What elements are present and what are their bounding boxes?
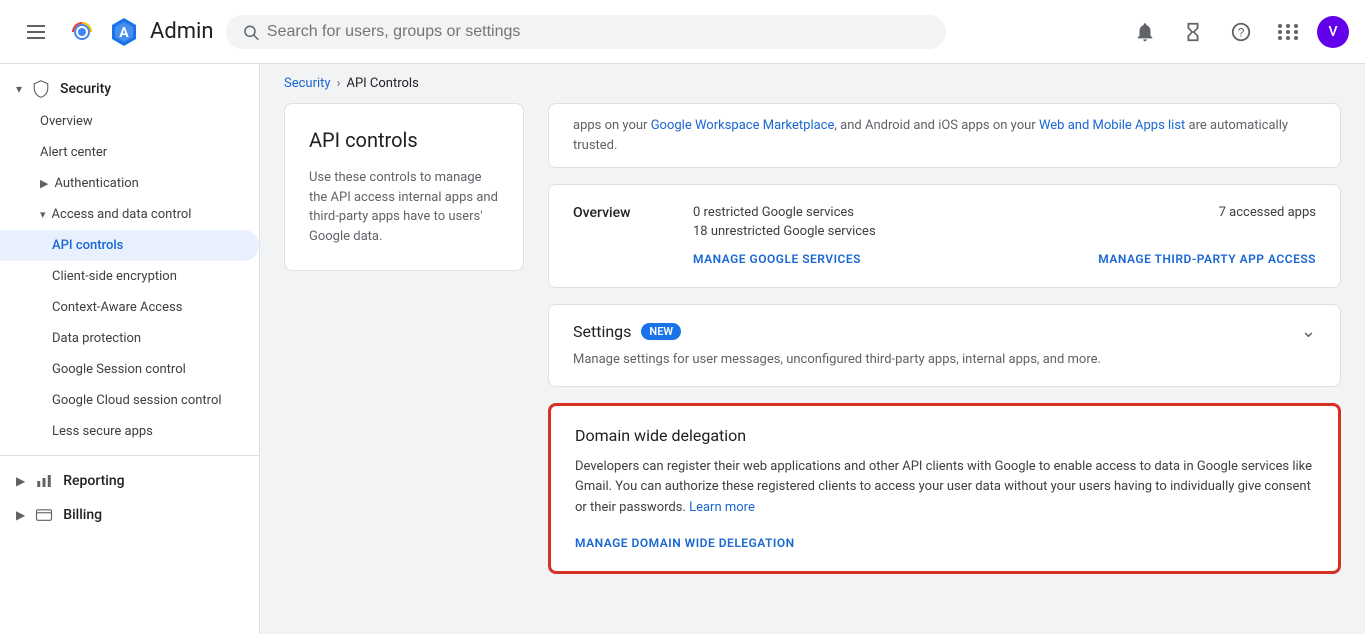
security-label: Security (60, 81, 111, 97)
sidebar-divider-1 (0, 455, 259, 456)
settings-title-row: Settings NEW (573, 322, 681, 341)
breadcrumb-parent[interactable]: Security (284, 76, 331, 91)
overview-stats: 0 restricted Google services 18 unrestri… (693, 205, 1179, 239)
sidebar-item-google-cloud-session[interactable]: Google Cloud session control (0, 385, 259, 416)
delegation-text: Developers can register their web applic… (575, 457, 1314, 519)
overview-links-row: MANAGE GOOGLE SERVICES MANAGE THIRD-PART… (573, 251, 1316, 267)
apps-grid-button[interactable] (1269, 12, 1309, 52)
overview-stat-unrestricted: 18 unrestricted Google services (693, 224, 1179, 239)
topbar: A Admin ? (0, 0, 1365, 64)
sidebar-header-security[interactable]: ▾ Security (0, 72, 259, 106)
breadcrumb: Security › API Controls (260, 64, 1365, 103)
help-button[interactable]: ? (1221, 12, 1261, 52)
topbar-left: A Admin (16, 12, 214, 52)
search-bar[interactable] (226, 15, 946, 49)
hourglass-button[interactable] (1173, 12, 1213, 52)
page-body: API controls Use these controls to manag… (260, 103, 1365, 598)
app-name-label: Admin (150, 19, 214, 44)
manage-delegation-link[interactable]: MANAGE DOMAIN WIDE DELEGATION (575, 536, 795, 550)
overview-links-left: MANAGE GOOGLE SERVICES (693, 251, 1058, 267)
sidebar-item-api-controls[interactable]: API controls (0, 230, 259, 261)
manage-google-services-link[interactable]: MANAGE GOOGLE SERVICES (693, 252, 861, 266)
billing-arrow-icon: ▶ (16, 508, 25, 522)
overview-row: Overview 0 restricted Google services 18… (573, 205, 1316, 239)
settings-chevron-icon: ⌄ (1301, 321, 1316, 342)
sidebar-header-reporting[interactable]: ▶ Reporting (0, 464, 259, 498)
admin-logo-icon: A (108, 16, 140, 48)
sidebar-item-access-data-control[interactable]: ▾ Access and data control (0, 199, 259, 230)
bar-chart-icon (35, 472, 53, 490)
overview-card: Overview 0 restricted Google services 18… (548, 184, 1341, 288)
overview-links-right: MANAGE THIRD-PARTY APP ACCESS (1058, 251, 1316, 267)
partial-trusted-text: apps on your Google Workspace Marketplac… (548, 103, 1341, 168)
reporting-arrow-icon: ▶ (16, 474, 25, 488)
hamburger-button[interactable] (16, 12, 56, 52)
search-input[interactable] (267, 23, 930, 41)
search-icon (242, 23, 259, 41)
settings-header[interactable]: Settings NEW ⌄ (573, 321, 1316, 342)
desc-card-title: API controls (309, 128, 499, 152)
right-content: apps on your Google Workspace Marketplac… (548, 103, 1341, 574)
hamburger-icon (19, 17, 53, 47)
svg-text:?: ? (1238, 25, 1245, 39)
svg-text:A: A (119, 25, 129, 41)
desc-card-text: Use these controls to manage the API acc… (309, 168, 499, 246)
avatar[interactable]: V (1317, 16, 1349, 48)
sidebar-item-context-aware[interactable]: Context-Aware Access (0, 292, 259, 323)
delegation-title: Domain wide delegation (575, 426, 1314, 445)
sidebar-item-authentication[interactable]: ▶ Authentication (0, 168, 259, 199)
access-arrow-icon: ▾ (40, 208, 46, 221)
billing-icon (35, 506, 53, 524)
grid-icon (1278, 24, 1300, 40)
sidebar-item-data-protection[interactable]: Data protection (0, 323, 259, 354)
sidebar-header-billing[interactable]: ▶ Billing (0, 498, 259, 532)
bell-icon (1134, 21, 1156, 43)
google-logo (66, 16, 98, 48)
breadcrumb-separator: › (337, 76, 341, 91)
help-icon: ? (1230, 21, 1252, 43)
content-area: Security › API Controls API controls Use… (260, 64, 1365, 634)
sidebar: ▾ Security Overview Alert center ▶ Authe… (0, 64, 260, 634)
settings-card: Settings NEW ⌄ Manage settings for user … (548, 304, 1341, 387)
hourglass-icon (1182, 21, 1204, 43)
shield-icon (32, 80, 50, 98)
security-arrow-icon: ▾ (16, 82, 22, 96)
description-card: API controls Use these controls to manag… (284, 103, 524, 271)
sidebar-item-overview[interactable]: Overview (0, 106, 259, 137)
overview-actions: 7 accessed apps (1179, 205, 1316, 239)
sidebar-item-google-session[interactable]: Google Session control (0, 354, 259, 385)
topbar-icons: ? V (1125, 12, 1349, 52)
new-badge: NEW (641, 323, 681, 340)
settings-description: Manage settings for user messages, uncon… (573, 350, 1316, 370)
overview-stat-restricted: 0 restricted Google services (693, 205, 1179, 220)
notifications-button[interactable] (1125, 12, 1165, 52)
sidebar-item-client-side-encryption[interactable]: Client-side encryption (0, 261, 259, 292)
manage-third-party-link[interactable]: MANAGE THIRD-PARTY APP ACCESS (1098, 252, 1316, 266)
sidebar-item-less-secure[interactable]: Less secure apps (0, 416, 259, 447)
main-layout: ▾ Security Overview Alert center ▶ Authe… (0, 64, 1365, 634)
auth-arrow-icon: ▶ (40, 177, 48, 190)
overview-label: Overview (573, 205, 693, 239)
overview-stat-accessed: 7 accessed apps (1219, 205, 1316, 220)
sidebar-item-alert-center[interactable]: Alert center (0, 137, 259, 168)
breadcrumb-current: API Controls (346, 76, 418, 91)
delegation-card: Domain wide delegation Developers can re… (548, 403, 1341, 574)
settings-title: Settings (573, 322, 631, 341)
